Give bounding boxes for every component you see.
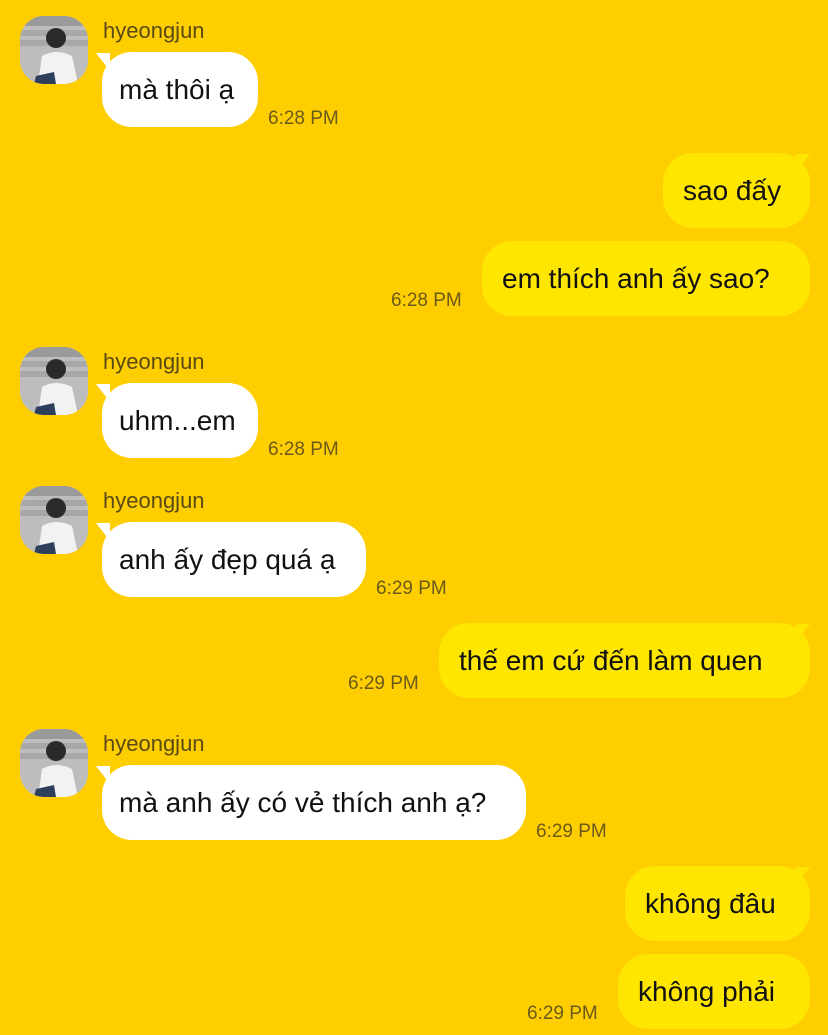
message-timestamp: 6:28 PM (268, 439, 339, 460)
message-timestamp: 6:29 PM (348, 673, 419, 694)
message-text: sao đấy (683, 175, 782, 206)
message-bubble-incoming[interactable]: mà anh ấy có vẻ thích anh ạ? (102, 765, 526, 840)
message-timestamp: 6:29 PM (527, 1003, 598, 1024)
message-text: mà anh ấy có vẻ thích anh ạ? (119, 787, 487, 818)
message-bubble-outgoing[interactable]: sao đấy (663, 153, 810, 228)
message-text: anh ấy đẹp quá ạ (119, 544, 336, 575)
message-bubble-incoming[interactable]: anh ấy đẹp quá ạ (102, 522, 366, 597)
chat-thread[interactable]: hyeongjun mà thôi ạ 6:28 PM sao đấy em t… (0, 0, 828, 1035)
message-timestamp: 6:29 PM (536, 821, 607, 842)
message-timestamp: 6:28 PM (391, 290, 462, 311)
message-bubble-outgoing[interactable]: không đâu (625, 866, 810, 941)
contact-avatar[interactable] (20, 16, 88, 84)
message-bubble-outgoing[interactable]: không phải (618, 954, 810, 1029)
message-text: mà thôi ạ (119, 74, 235, 105)
message-timestamp: 6:29 PM (376, 578, 447, 599)
message-timestamp: 6:28 PM (268, 108, 339, 129)
sender-name: hyeongjun (103, 731, 205, 756)
message-bubble-incoming[interactable]: uhm...em (102, 383, 258, 458)
avatar-photo-icon (20, 16, 88, 84)
message-text: em thích anh ấy sao? (502, 263, 770, 294)
message-bubble-incoming[interactable]: mà thôi ạ (102, 52, 258, 127)
sender-name: hyeongjun (103, 488, 205, 513)
contact-avatar[interactable] (20, 347, 88, 415)
contact-avatar[interactable] (20, 486, 88, 554)
avatar-photo-icon (20, 486, 88, 554)
sender-name: hyeongjun (103, 18, 205, 43)
contact-avatar[interactable] (20, 729, 88, 797)
avatar-photo-icon (20, 347, 88, 415)
message-bubble-outgoing[interactable]: em thích anh ấy sao? (482, 241, 810, 316)
sender-name: hyeongjun (103, 349, 205, 374)
avatar-photo-icon (20, 729, 88, 797)
message-text: uhm...em (119, 405, 236, 436)
message-text: không đâu (645, 888, 776, 919)
message-bubble-outgoing[interactable]: thế em cứ đến làm quen (439, 623, 810, 698)
message-text: không phải (638, 976, 776, 1007)
message-text: thế em cứ đến làm quen (459, 645, 763, 676)
